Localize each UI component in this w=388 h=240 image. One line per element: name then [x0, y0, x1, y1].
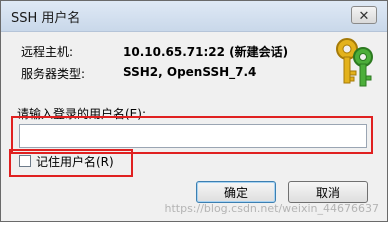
server-type-label: 服务器类型: [21, 67, 86, 81]
window-title: SSH 用户名 [11, 11, 81, 26]
keys-icon [336, 38, 373, 87]
cancel-button[interactable]: 取消 [288, 181, 368, 203]
ssh-username-dialog: SSH 用户名 ✕ 远程主机: 10.10.65.71:22 (新建会话) 服务… [0, 0, 388, 222]
close-button[interactable]: ✕ [351, 6, 377, 24]
close-icon: ✕ [358, 8, 370, 23]
server-type-value: SSH2, OpenSSH_7.4 [123, 65, 257, 79]
checkbox-box[interactable] [19, 155, 31, 167]
watermark: https://blog.csdn.net/weixin_44676637 [164, 202, 379, 215]
ok-button[interactable]: 确定 [196, 181, 276, 203]
remember-username-label: 记住用户名(R) [36, 154, 114, 169]
username-input[interactable] [19, 124, 367, 148]
remember-username-checkbox[interactable]: 记住用户名(R) [19, 152, 114, 170]
username-prompt-label: 请输入登录的用户名(E): [17, 107, 146, 121]
host-value: 10.10.65.71:22 (新建会话) [123, 45, 289, 59]
host-label: 远程主机: [21, 45, 74, 59]
title-bar: SSH 用户名 ✕ [1, 1, 387, 32]
